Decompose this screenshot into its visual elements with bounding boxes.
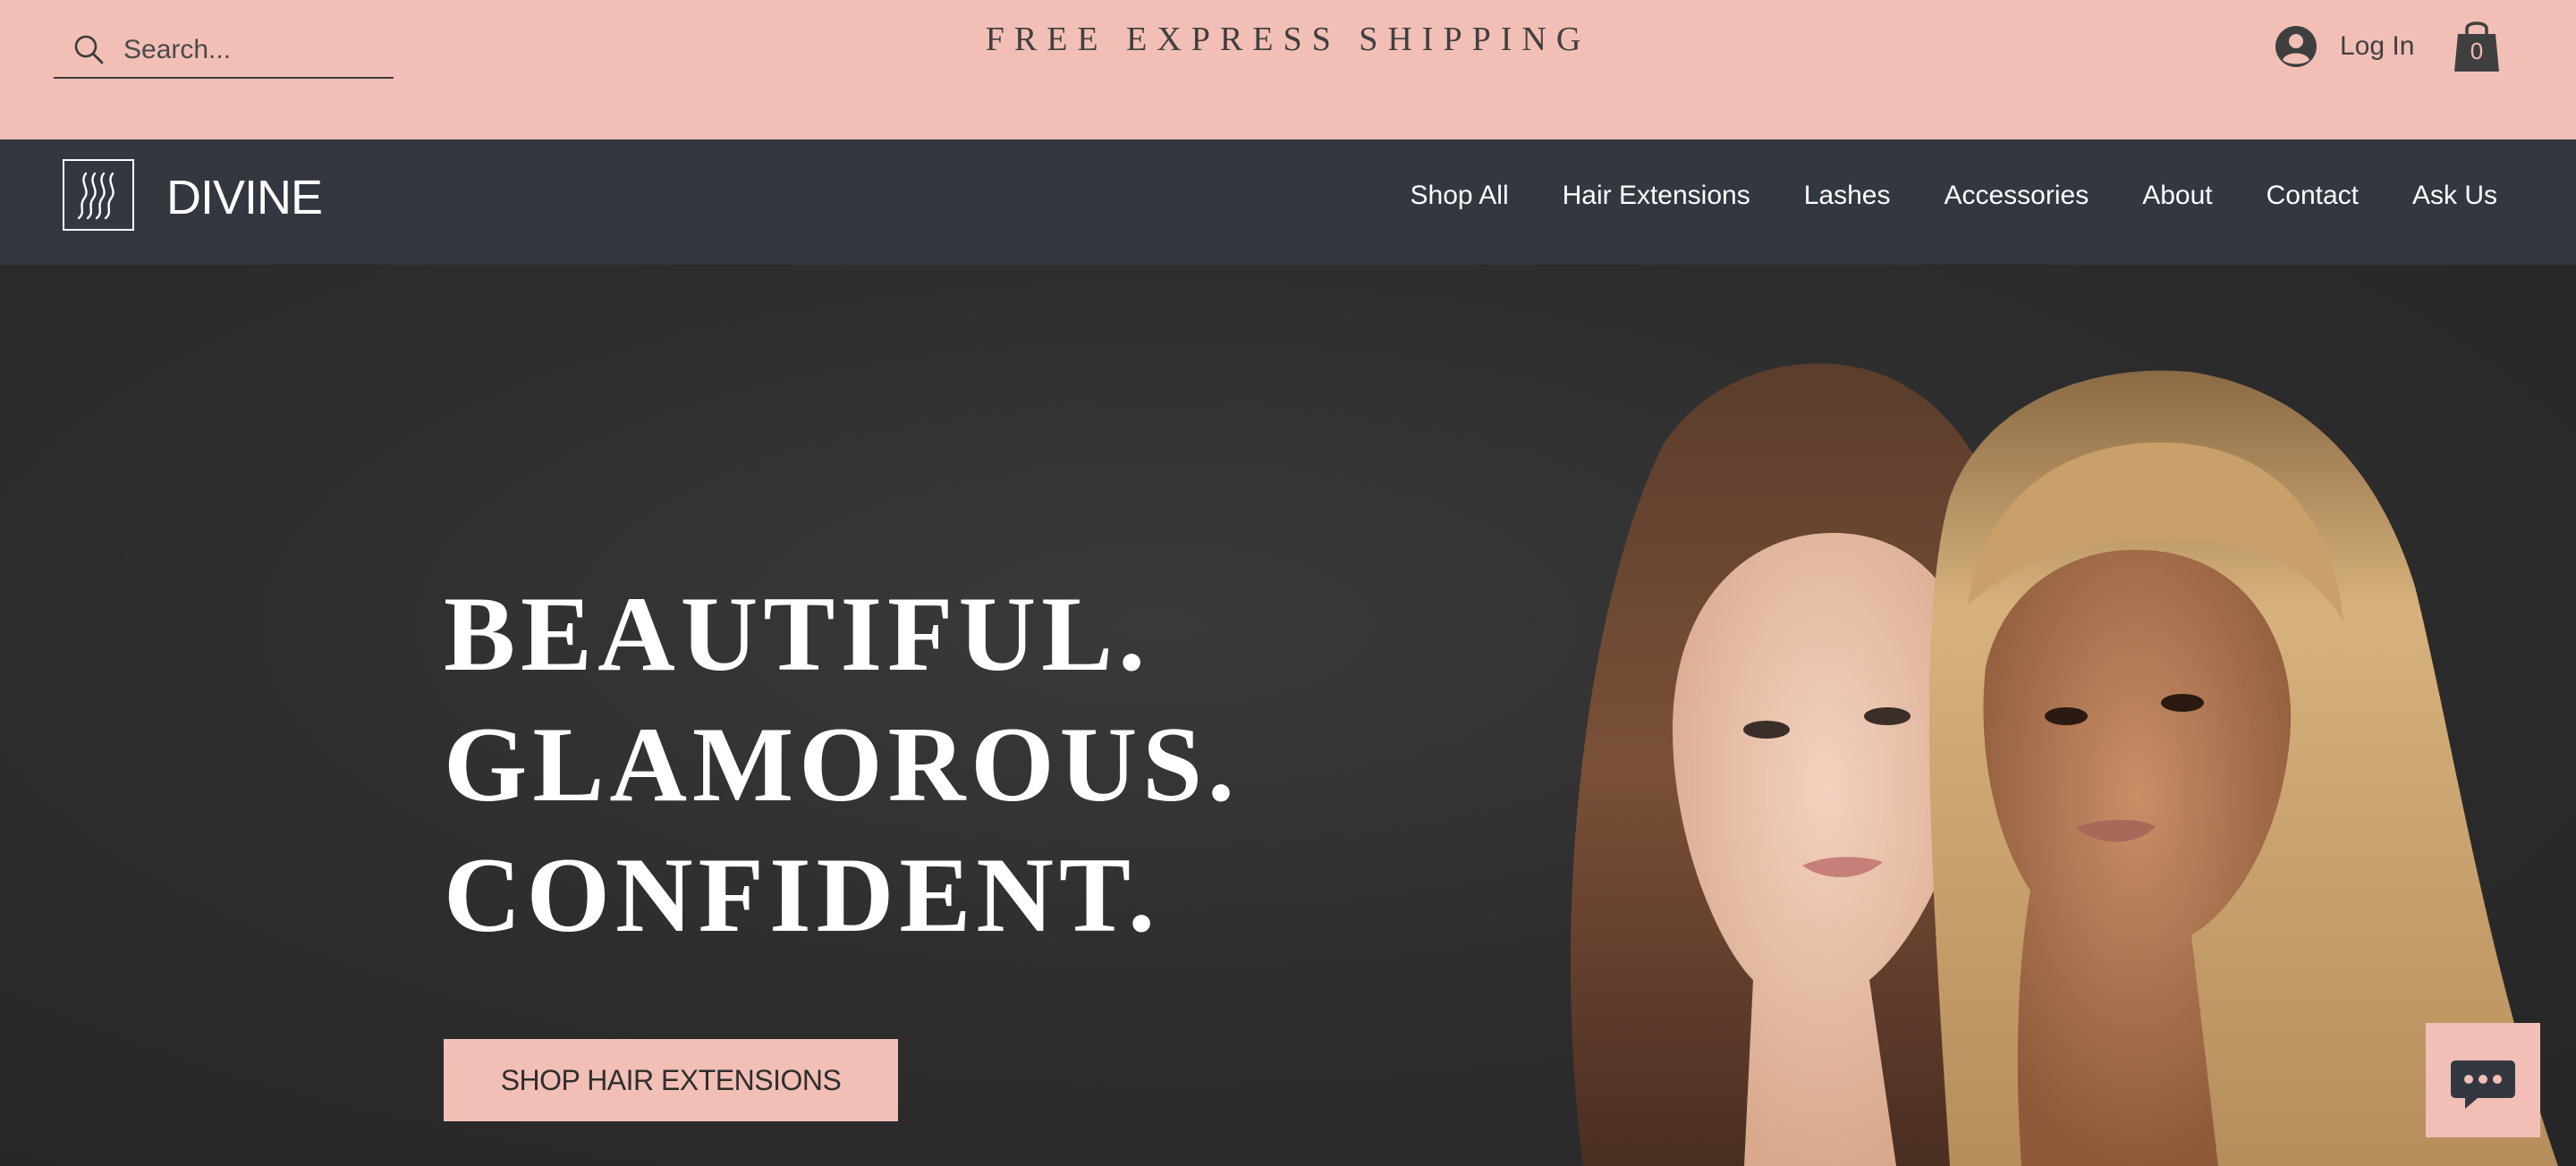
nav-item-lashes[interactable]: Lashes — [1804, 181, 1891, 211]
nav-item-accessories[interactable]: Accessories — [1944, 181, 2089, 211]
nav-item-shop-all[interactable]: Shop All — [1411, 181, 1509, 211]
nav-item-hair-extensions[interactable]: Hair Extensions — [1563, 181, 1750, 211]
chat-widget-button[interactable] — [2426, 1023, 2540, 1137]
headline-line-3: CONFIDENT. — [444, 835, 1161, 954]
cart-button[interactable]: 0 — [2453, 16, 2501, 75]
headline-line-2: GLAMOROUS. — [444, 705, 1241, 824]
nav-item-ask-us[interactable]: Ask Us — [2412, 181, 2497, 211]
hero-section: BEAUTIFUL. GLAMOROUS. CONFIDENT. SHOP HA… — [0, 265, 2576, 1166]
hero-models-image — [1570, 363, 2558, 1166]
main-navbar: DIVINE Shop All Hair Extensions Lashes A… — [0, 139, 2576, 265]
login-label[interactable]: Log In — [2340, 31, 2414, 62]
free-shipping-banner: FREE EXPRESS SHIPPING — [985, 21, 1591, 58]
chat-bubble-icon — [2451, 1060, 2515, 1109]
nav-item-contact[interactable]: Contact — [2267, 181, 2359, 211]
promo-bar: FREE EXPRESS SHIPPING Log In 0 — [0, 0, 2576, 139]
shop-hair-extensions-button[interactable]: SHOP HAIR EXTENSIONS — [444, 1039, 898, 1121]
wavy-lines-logo-icon — [77, 172, 114, 220]
brand-logo[interactable] — [63, 159, 134, 231]
brand-name[interactable]: DIVINE — [166, 170, 323, 225]
hero-headline: BEAUTIFUL. GLAMOROUS. CONFIDENT. — [444, 569, 1240, 960]
cart-count-badge: 0 — [2470, 38, 2484, 64]
nav-item-about[interactable]: About — [2142, 181, 2212, 211]
user-avatar-icon — [2275, 26, 2317, 67]
login-button[interactable]: Log In — [2274, 21, 2414, 72]
nav-menu: Shop All Hair Extensions Lashes Accessor… — [1411, 181, 2497, 211]
headline-line-1: BEAUTIFUL. — [444, 574, 1151, 693]
